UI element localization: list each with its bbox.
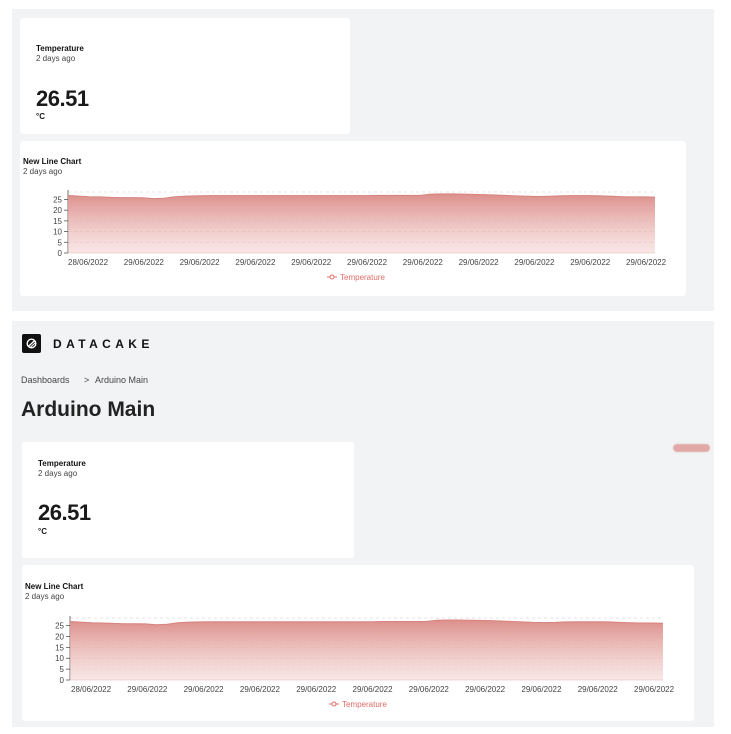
x-tick-label: 29/06/2022 (184, 685, 225, 694)
x-tick-label: 29/06/2022 (409, 685, 450, 694)
y-tick-label: 5 (60, 665, 65, 674)
dashboard-panel-bottom: DATACAKE Dashboards > Arduino Main Ardui… (12, 321, 714, 727)
datacake-logo-icon[interactable] (22, 334, 41, 353)
temperature-chart: 0 5 10 15 2025 28/06/2022 29/06/2022 29/06/2022… (55, 616, 675, 709)
y-tick-label: 10 (55, 654, 64, 663)
legend-label: Temperature (342, 700, 387, 709)
y-tick-label: 10 (53, 228, 62, 237)
x-tick-label: 29/06/2022 (240, 685, 281, 694)
temperature-unit: °C (38, 527, 47, 536)
y-tick-label: 20 (55, 632, 64, 641)
x-tick-label: 28/06/2022 (68, 258, 109, 267)
x-tick-label: 29/06/2022 (465, 685, 506, 694)
temperature-area (68, 193, 655, 253)
temperature-value: 26.51 (36, 86, 89, 111)
card-title: Temperature (38, 459, 86, 468)
x-tick-label: 29/06/2022 (570, 258, 611, 267)
breadcrumb-separator: > (84, 375, 90, 385)
legend-marker-icon (329, 274, 335, 280)
temperature-value-card[interactable]: Temperature 2 days ago 26.51 °C (22, 442, 354, 558)
x-tick-label: 29/06/2022 (291, 258, 332, 267)
x-tick-label: 29/06/2022 (626, 258, 667, 267)
x-tick-label: 29/06/2022 (634, 685, 675, 694)
y-tick-label: 5 (58, 238, 63, 247)
x-tick-label: 29/06/2022 (235, 258, 276, 267)
legend-marker-icon (331, 701, 337, 707)
temperature-value: 26.51 (38, 500, 91, 525)
line-chart-card[interactable]: New Line Chart 2 days ago 0 5 10 15 20 25 28/0… (20, 141, 686, 296)
x-tick-label: 28/06/2022 (71, 685, 112, 694)
x-tick-label: 29/06/2022 (521, 685, 562, 694)
dashboard-panel-top: Temperature 2 days ago 26.51 °C New Line… (12, 9, 714, 311)
y-tick-label: 20 (53, 206, 62, 215)
x-tick-label: 29/06/2022 (353, 685, 394, 694)
legend-label: Temperature (340, 273, 385, 282)
x-tick-label: 29/06/2022 (514, 258, 555, 267)
temperature-chart: 0 510 15 20 25 28/06/2022 29/06/2022 29/06/2022… (53, 190, 667, 282)
line-chart-card[interactable]: New Line Chart 2 days ago 0 5 10 15 20 25 28/0… (22, 565, 694, 721)
x-tick-label: 29/06/2022 (347, 258, 388, 267)
y-tick-label: 25 (53, 195, 62, 204)
y-tick-label: 0 (60, 676, 65, 685)
card-subtitle: 2 days ago (38, 469, 78, 478)
x-tick-label: 29/06/2022 (578, 685, 619, 694)
y-tick-label: 25 (55, 622, 64, 631)
temperature-area (70, 620, 663, 680)
x-tick-label: 29/06/2022 (296, 685, 337, 694)
y-tick-label: 15 (55, 643, 64, 652)
redacted-mark (673, 444, 710, 452)
page-title: Arduino Main (21, 398, 156, 421)
x-tick-label: 29/06/2022 (124, 258, 165, 267)
breadcrumb-current[interactable]: Arduino Main (95, 375, 148, 385)
x-tick-label: 29/06/2022 (459, 258, 500, 267)
breadcrumb-dashboards[interactable]: Dashboards (21, 375, 70, 385)
x-tick-label: 29/06/2022 (127, 685, 168, 694)
x-tick-label: 29/06/2022 (180, 258, 221, 267)
temperature-unit: °C (36, 112, 45, 121)
y-tick-label: 0 (58, 249, 63, 258)
x-tick-label: 29/06/2022 (403, 258, 444, 267)
card-title: Temperature (36, 44, 84, 53)
card-subtitle: 2 days ago (36, 54, 76, 63)
brand-name: DATACAKE (53, 337, 154, 351)
y-tick-label: 15 (53, 217, 62, 226)
temperature-value-card[interactable]: Temperature 2 days ago 26.51 °C (20, 18, 350, 134)
